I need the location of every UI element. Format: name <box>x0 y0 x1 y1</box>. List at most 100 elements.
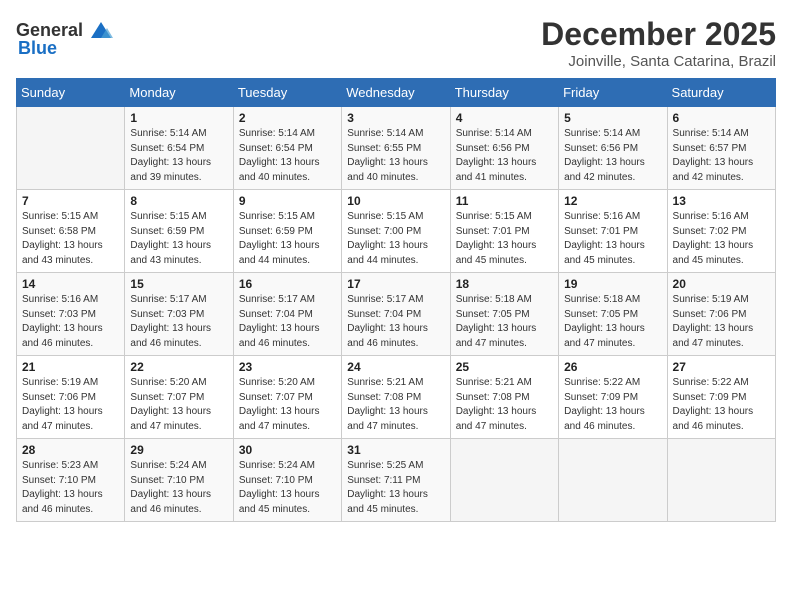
calendar-cell: 4 Sunrise: 5:14 AMSunset: 6:56 PMDaylight… <box>450 107 558 190</box>
calendar-table: SundayMondayTuesdayWednesdayThursdayFrid… <box>16 78 776 522</box>
day-of-week-header: Wednesday <box>342 79 450 107</box>
day-number: 14 <box>22 277 119 291</box>
day-number: 4 <box>456 111 553 125</box>
day-number: 20 <box>673 277 770 291</box>
day-number: 24 <box>347 360 444 374</box>
calendar-cell: 25Sunrise: 5:21 AMSunset: 7:08 PMDayligh… <box>450 356 558 439</box>
day-number: 30 <box>239 443 336 457</box>
day-number: 3 <box>347 111 444 125</box>
calendar-cell: 24 Sunrise: 5:21 AMSunset: 7:08 PMDayligh… <box>342 356 450 439</box>
calendar-week-row: 1 Sunrise: 5:14 AMSunset: 6:54 PMDaylight… <box>17 107 776 190</box>
day-number: 12 <box>564 194 661 208</box>
calendar-cell: 20Sunrise: 5:19 AMSunset: 7:06 PMDayligh… <box>667 273 775 356</box>
day-number: 23 <box>239 360 336 374</box>
location-title: Joinville, Santa Catarina, Brazil <box>541 53 776 70</box>
calendar-cell: 17 Sunrise: 5:17 AMSunset: 7:04 PMDayligh… <box>342 273 450 356</box>
calendar-cell: 10 Sunrise: 5:15 AMSunset: 7:00 PMDayligh… <box>342 190 450 273</box>
day-number: 1 <box>130 111 227 125</box>
day-number: 8 <box>130 194 227 208</box>
page-header: General Blue December 2025 Joinville, Sa… <box>16 16 776 70</box>
day-info: Sunrise: 5:16 AMSunset: 7:02 PMDaylight:… <box>673 210 770 268</box>
day-number: 2 <box>239 111 336 125</box>
day-info: Sunrise: 5:21 AMSunset: 7:08 PMDaylight:… <box>456 376 553 434</box>
calendar-cell: 22Sunrise: 5:20 AMSunset: 7:07 PMDayligh… <box>125 356 233 439</box>
day-number: 18 <box>456 277 553 291</box>
day-info: Sunrise: 5:17 AMSunset: 7:04 PMDaylight:… <box>347 293 444 351</box>
day-info: Sunrise: 5:16 AMSunset: 7:03 PMDaylight:… <box>22 293 119 351</box>
day-number: 21 <box>22 360 119 374</box>
day-info: Sunrise: 5:22 AMSunset: 7:09 PMDaylight:… <box>673 376 770 434</box>
calendar-cell <box>559 439 667 522</box>
calendar-header-row: SundayMondayTuesdayWednesdayThursdayFrid… <box>17 79 776 107</box>
day-number: 28 <box>22 443 119 457</box>
day-number: 13 <box>673 194 770 208</box>
day-number: 5 <box>564 111 661 125</box>
day-of-week-header: Thursday <box>450 79 558 107</box>
day-info: Sunrise: 5:15 AMSunset: 6:59 PMDaylight:… <box>239 210 336 268</box>
day-info: Sunrise: 5:24 AMSunset: 7:10 PMDaylight:… <box>130 459 227 517</box>
day-number: 29 <box>130 443 227 457</box>
calendar-cell: 14 Sunrise: 5:16 AMSunset: 7:03 PMDayligh… <box>17 273 125 356</box>
calendar-week-row: 7Sunrise: 5:15 AMSunset: 6:58 PMDaylight… <box>17 190 776 273</box>
calendar-cell: 18 Sunrise: 5:18 AMSunset: 7:05 PMDayligh… <box>450 273 558 356</box>
day-info: Sunrise: 5:14 AMSunset: 6:54 PMDaylight:… <box>239 127 336 185</box>
calendar-cell <box>17 107 125 190</box>
calendar-week-row: 14 Sunrise: 5:16 AMSunset: 7:03 PMDayligh… <box>17 273 776 356</box>
calendar-cell: 27 Sunrise: 5:22 AMSunset: 7:09 PMDayligh… <box>667 356 775 439</box>
calendar-cell <box>667 439 775 522</box>
calendar-cell: 31 Sunrise: 5:25 AMSunset: 7:11 PMDayligh… <box>342 439 450 522</box>
calendar-week-row: 21Sunrise: 5:19 AMSunset: 7:06 PMDayligh… <box>17 356 776 439</box>
day-info: Sunrise: 5:22 AMSunset: 7:09 PMDaylight:… <box>564 376 661 434</box>
calendar-cell: 1 Sunrise: 5:14 AMSunset: 6:54 PMDaylight… <box>125 107 233 190</box>
day-info: Sunrise: 5:20 AMSunset: 7:07 PMDaylight:… <box>239 376 336 434</box>
title-area: December 2025 Joinville, Santa Catarina,… <box>541 16 776 70</box>
day-info: Sunrise: 5:18 AMSunset: 7:05 PMDaylight:… <box>456 293 553 351</box>
day-info: Sunrise: 5:15 AMSunset: 6:58 PMDaylight:… <box>22 210 119 268</box>
day-number: 27 <box>673 360 770 374</box>
calendar-cell: 7Sunrise: 5:15 AMSunset: 6:58 PMDaylight… <box>17 190 125 273</box>
calendar-cell: 15 Sunrise: 5:17 AMSunset: 7:03 PMDayligh… <box>125 273 233 356</box>
logo-blue: Blue <box>18 38 57 59</box>
day-info: Sunrise: 5:14 AMSunset: 6:55 PMDaylight:… <box>347 127 444 185</box>
day-info: Sunrise: 5:21 AMSunset: 7:08 PMDaylight:… <box>347 376 444 434</box>
calendar-cell: 3 Sunrise: 5:14 AMSunset: 6:55 PMDaylight… <box>342 107 450 190</box>
day-info: Sunrise: 5:14 AMSunset: 6:57 PMDaylight:… <box>673 127 770 185</box>
calendar-cell: 19Sunrise: 5:18 AMSunset: 7:05 PMDayligh… <box>559 273 667 356</box>
day-info: Sunrise: 5:15 AMSunset: 6:59 PMDaylight:… <box>130 210 227 268</box>
calendar-cell: 28 Sunrise: 5:23 AMSunset: 7:10 PMDayligh… <box>17 439 125 522</box>
day-number: 11 <box>456 194 553 208</box>
day-info: Sunrise: 5:15 AMSunset: 7:01 PMDaylight:… <box>456 210 553 268</box>
logo: General Blue <box>16 16 115 59</box>
calendar-cell: 11 Sunrise: 5:15 AMSunset: 7:01 PMDayligh… <box>450 190 558 273</box>
day-info: Sunrise: 5:20 AMSunset: 7:07 PMDaylight:… <box>130 376 227 434</box>
calendar-cell <box>450 439 558 522</box>
calendar-cell: 13 Sunrise: 5:16 AMSunset: 7:02 PMDayligh… <box>667 190 775 273</box>
calendar-cell: 9Sunrise: 5:15 AMSunset: 6:59 PMDaylight… <box>233 190 341 273</box>
day-number: 17 <box>347 277 444 291</box>
calendar-cell: 29 Sunrise: 5:24 AMSunset: 7:10 PMDayligh… <box>125 439 233 522</box>
day-info: Sunrise: 5:15 AMSunset: 7:00 PMDaylight:… <box>347 210 444 268</box>
day-info: Sunrise: 5:25 AMSunset: 7:11 PMDaylight:… <box>347 459 444 517</box>
day-number: 6 <box>673 111 770 125</box>
day-info: Sunrise: 5:17 AMSunset: 7:03 PMDaylight:… <box>130 293 227 351</box>
calendar-week-row: 28 Sunrise: 5:23 AMSunset: 7:10 PMDayligh… <box>17 439 776 522</box>
calendar-cell: 8 Sunrise: 5:15 AMSunset: 6:59 PMDaylight… <box>125 190 233 273</box>
day-info: Sunrise: 5:14 AMSunset: 6:56 PMDaylight:… <box>456 127 553 185</box>
calendar-cell: 21Sunrise: 5:19 AMSunset: 7:06 PMDayligh… <box>17 356 125 439</box>
day-info: Sunrise: 5:14 AMSunset: 6:56 PMDaylight:… <box>564 127 661 185</box>
logo-icon <box>87 16 115 44</box>
day-info: Sunrise: 5:23 AMSunset: 7:10 PMDaylight:… <box>22 459 119 517</box>
day-number: 15 <box>130 277 227 291</box>
day-number: 10 <box>347 194 444 208</box>
month-title: December 2025 <box>541 16 776 53</box>
calendar-cell: 5 Sunrise: 5:14 AMSunset: 6:56 PMDaylight… <box>559 107 667 190</box>
day-number: 31 <box>347 443 444 457</box>
day-info: Sunrise: 5:14 AMSunset: 6:54 PMDaylight:… <box>130 127 227 185</box>
calendar-cell: 26Sunrise: 5:22 AMSunset: 7:09 PMDayligh… <box>559 356 667 439</box>
day-of-week-header: Saturday <box>667 79 775 107</box>
calendar-cell: 6 Sunrise: 5:14 AMSunset: 6:57 PMDaylight… <box>667 107 775 190</box>
calendar-cell: 16Sunrise: 5:17 AMSunset: 7:04 PMDayligh… <box>233 273 341 356</box>
day-info: Sunrise: 5:18 AMSunset: 7:05 PMDaylight:… <box>564 293 661 351</box>
calendar-cell: 23 Sunrise: 5:20 AMSunset: 7:07 PMDayligh… <box>233 356 341 439</box>
calendar-cell: 2 Sunrise: 5:14 AMSunset: 6:54 PMDaylight… <box>233 107 341 190</box>
